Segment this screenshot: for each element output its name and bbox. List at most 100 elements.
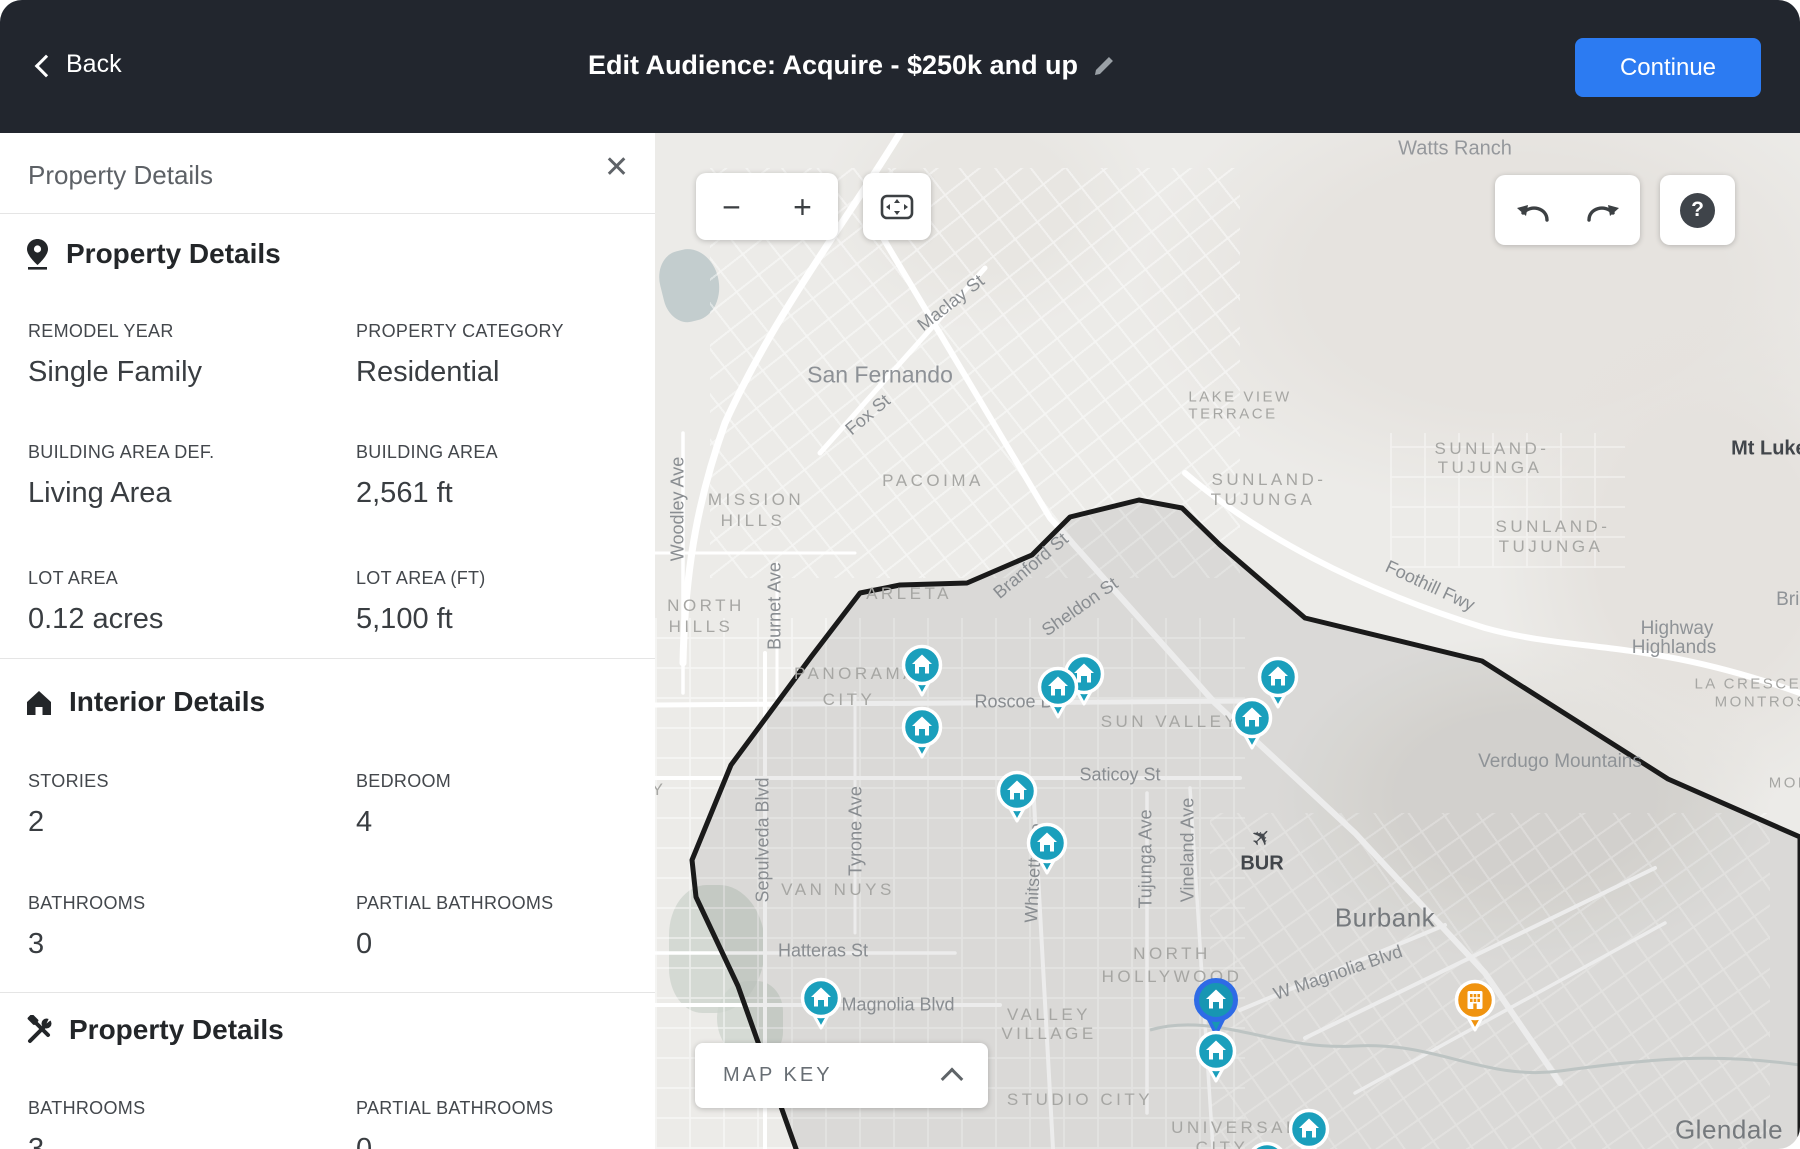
home-pin[interactable] xyxy=(1035,664,1081,727)
field-value: 0 xyxy=(356,1132,638,1149)
map-label: SUNLAND- xyxy=(1212,470,1327,490)
tools-icon xyxy=(24,1015,54,1045)
app-window: Watts RanchSan FernandoMaclay StFox StLA… xyxy=(0,0,1800,1149)
map-label: TUJUNGA xyxy=(1211,490,1316,510)
map-label: Mt Luken xyxy=(1731,438,1800,461)
home-pin[interactable] xyxy=(899,642,945,705)
location-pin-icon xyxy=(24,238,51,270)
undo-icon[interactable] xyxy=(1513,194,1555,226)
field-value: 0.12 acres xyxy=(28,602,356,636)
fit-bounds-button[interactable] xyxy=(863,173,931,240)
field-row: BUILDING AREA DEF.Living Area BUILDING A… xyxy=(28,442,638,510)
zoom-out-button[interactable]: − xyxy=(702,191,762,223)
map-label: NORTH xyxy=(1133,944,1211,964)
map-label: CITY xyxy=(1196,1138,1249,1149)
field-label: BUILDING AREA DEF. xyxy=(28,442,356,463)
map-label: LAKE VIEW xyxy=(1188,389,1291,406)
back-label: Back xyxy=(66,50,122,79)
divider xyxy=(0,213,655,214)
field-label: LOT AREA xyxy=(28,568,356,589)
map-label: STUDIO CITY xyxy=(1007,1090,1153,1110)
field-label: BEDROOM xyxy=(356,771,638,792)
redo-icon[interactable] xyxy=(1581,194,1623,226)
field-value: 4 xyxy=(356,805,638,839)
map-label: MISSION xyxy=(708,490,804,510)
field-value: 3 xyxy=(28,1132,356,1149)
map-label: PACOIMA xyxy=(882,471,984,491)
section-title: Property Details xyxy=(66,238,281,270)
map-label: BUR xyxy=(1240,853,1283,876)
home-pin[interactable] xyxy=(1244,1139,1290,1149)
map-label: Vineland Ave xyxy=(1178,798,1199,902)
section-title: Interior Details xyxy=(69,686,265,718)
page-title: Edit Audience: Acquire - $250k and up xyxy=(588,50,1116,81)
section-header-property-details-2: Property Details xyxy=(24,1014,284,1046)
field-value: Living Area xyxy=(28,476,356,510)
field-label: BATHROOMS xyxy=(28,1098,356,1119)
map-label: San Fernando xyxy=(807,362,953,389)
map-label: TUJUNGA xyxy=(1499,537,1604,557)
map-label: SUN VALLEY xyxy=(1101,712,1240,732)
map-label: LA CRESCENTA xyxy=(1694,676,1800,693)
field-label: REMODEL YEAR xyxy=(28,321,356,342)
question-mark-icon: ? xyxy=(1680,193,1715,228)
map-label: Tujunga Ave xyxy=(1136,809,1157,908)
field-value: 3 xyxy=(28,927,356,961)
map-label: Sepulveda Blvd xyxy=(753,777,774,902)
field-label: PROPERTY CATEGORY xyxy=(356,321,638,342)
map-label: VILLAGE xyxy=(1001,1024,1096,1044)
home-pin[interactable] xyxy=(798,975,844,1038)
home-pin[interactable] xyxy=(1193,1028,1239,1091)
map-label: SUNLAND- xyxy=(1435,439,1550,459)
field-value: Single Family xyxy=(28,355,356,389)
history-control xyxy=(1495,175,1640,245)
divider xyxy=(0,658,655,659)
map-label: Burnet Ave xyxy=(765,562,786,650)
help-button[interactable]: ? xyxy=(1660,175,1735,245)
map-label: Y xyxy=(655,780,666,800)
map-label: VAN NUYS xyxy=(781,880,895,900)
map-label: TUJUNGA xyxy=(1438,458,1543,478)
section-header-property-details: Property Details xyxy=(24,238,281,270)
map-key-toggle[interactable]: MAP KEY xyxy=(695,1043,988,1108)
map-label: SUNLAND- xyxy=(1496,517,1611,537)
back-button[interactable]: Back xyxy=(38,50,122,79)
field-label: PARTIAL BATHROOMS xyxy=(356,893,638,914)
map-label: Glendale xyxy=(1675,1115,1783,1146)
fit-bounds-icon xyxy=(878,191,916,223)
map-label: HILLS xyxy=(721,511,786,531)
pencil-edit-icon[interactable] xyxy=(1092,54,1116,78)
chevron-left-icon xyxy=(35,54,58,77)
map-label: VALLEY xyxy=(1007,1005,1091,1025)
map-label: Woodley Ave xyxy=(668,457,689,561)
map-canvas[interactable]: Watts RanchSan FernandoMaclay StFox StLA… xyxy=(655,133,1800,1149)
map-label: Magnolia Blvd xyxy=(841,995,954,1016)
field-label: STORIES xyxy=(28,771,356,792)
map-label: Highlands xyxy=(1632,637,1717,659)
home-pin[interactable] xyxy=(899,704,945,767)
page-title-text: Edit Audience: Acquire - $250k and up xyxy=(588,50,1078,81)
field-row: REMODEL YEAR Single Family PROPERTY CATEG… xyxy=(28,321,638,389)
home-pin[interactable] xyxy=(1229,695,1275,758)
map-label: Burbank xyxy=(1335,903,1435,934)
continue-button[interactable]: Continue xyxy=(1575,38,1761,97)
field-value: 2,561 ft xyxy=(356,476,638,510)
map-label: Watts Ranch xyxy=(1398,138,1512,161)
map-label: NORTH xyxy=(667,596,745,616)
home-pin[interactable] xyxy=(1024,820,1070,883)
close-icon[interactable]: ✕ xyxy=(604,153,629,183)
zoom-in-button[interactable]: + xyxy=(773,191,833,223)
zoom-control: − + xyxy=(696,173,838,240)
chevron-up-icon xyxy=(941,1067,964,1090)
building-pin[interactable] xyxy=(1452,977,1498,1040)
field-value: 0 xyxy=(356,927,638,961)
map-label: ARLETA xyxy=(866,584,952,604)
map-label: TERRACE xyxy=(1188,406,1277,423)
field-row: BATHROOMS3 PARTIAL BATHROOMS0 xyxy=(28,893,638,961)
home-pin[interactable] xyxy=(1286,1106,1332,1149)
map-label: MON xyxy=(1769,775,1800,792)
divider xyxy=(0,992,655,993)
field-value: Residential xyxy=(356,355,638,389)
section-header-interior-details: Interior Details xyxy=(24,686,265,718)
panel-title: Property Details xyxy=(28,160,213,191)
